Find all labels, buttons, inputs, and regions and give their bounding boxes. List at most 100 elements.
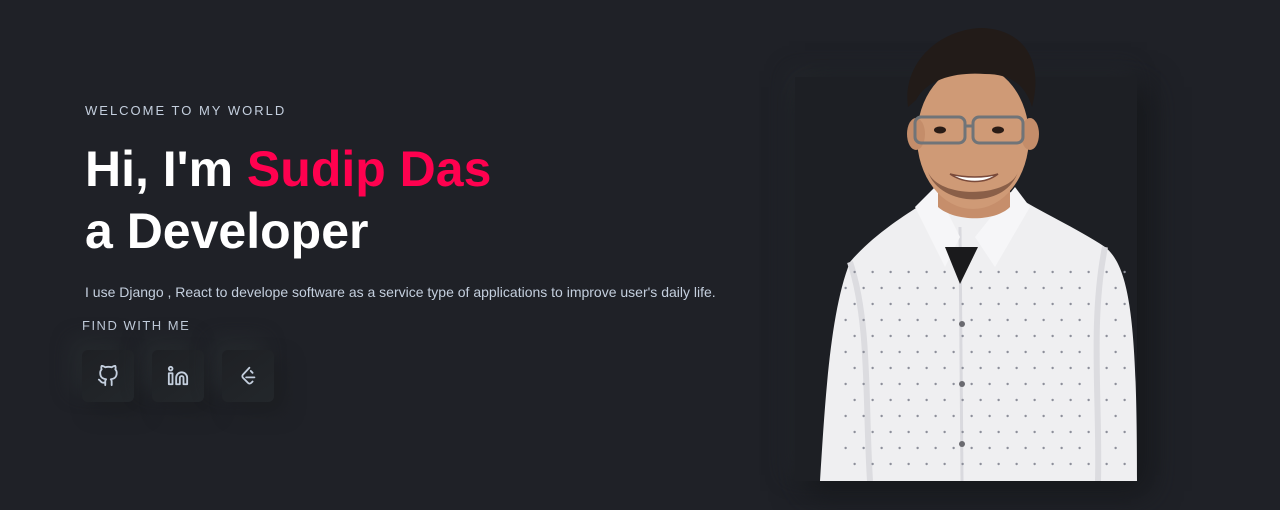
shirt-dot	[1033, 430, 1036, 434]
role-text: a Developer	[85, 203, 369, 259]
shirt-dot	[1042, 350, 1045, 354]
shirt-dot	[1060, 286, 1063, 290]
shirt-dot	[952, 382, 955, 386]
shirt-dot	[988, 286, 991, 290]
profile-photo	[820, 28, 1137, 481]
hero-bio: I use Django , React to develope softwar…	[85, 284, 716, 300]
shirt-dot	[871, 366, 874, 370]
shirt-dot	[1033, 302, 1036, 306]
hero-section: WELCOME TO MY WORLD Hi, I'm Sudip Das a …	[0, 0, 1280, 510]
hero-name: Sudip Das	[246, 141, 492, 197]
shirt-dot	[925, 302, 928, 306]
greeting-text: Hi, I'm	[85, 141, 247, 197]
shirt-dot	[1087, 270, 1090, 274]
shirt-dot	[1024, 318, 1027, 322]
shirt-dot	[862, 350, 865, 354]
shirt-dot	[943, 302, 946, 306]
shirt-dot	[1051, 270, 1054, 274]
shirt-dot	[1105, 366, 1108, 370]
shirt-dot	[979, 430, 982, 434]
github-button[interactable]	[82, 350, 134, 402]
shirt-dot	[916, 414, 919, 418]
shirt-dot	[979, 462, 982, 466]
shirt-dot	[943, 366, 946, 370]
shirt-dot	[1060, 446, 1063, 450]
shirt-dot	[1078, 382, 1081, 386]
leetcode-button[interactable]	[222, 350, 274, 402]
shirt-dot	[889, 270, 892, 274]
shirt-dot	[1006, 350, 1009, 354]
shirt-dot	[961, 462, 964, 466]
shirt-dot	[961, 398, 964, 402]
shirt-dot	[997, 366, 1000, 370]
shirt-dot	[1060, 414, 1063, 418]
shirt-dot	[1123, 430, 1126, 434]
shirt-dot	[979, 270, 982, 274]
shirt-dot	[889, 302, 892, 306]
shirt-dot	[1015, 366, 1018, 370]
shirt-dot	[916, 350, 919, 354]
shirt-dot	[1123, 270, 1126, 274]
shirt-dot	[889, 334, 892, 338]
shirt-dot	[988, 382, 991, 386]
shirt-dot	[1078, 286, 1081, 290]
shirt-dot	[961, 302, 964, 306]
shirt-dot	[970, 414, 973, 418]
shirt-dot	[1123, 462, 1126, 466]
github-icon	[97, 365, 118, 387]
shirt-dot	[907, 334, 910, 338]
shirt-dot	[907, 270, 910, 274]
shirt-dot	[1033, 270, 1036, 274]
shirt-dot	[943, 270, 946, 274]
shirt-dot	[862, 382, 865, 386]
shirt-dot	[844, 382, 847, 386]
shirt-dot	[871, 398, 874, 402]
shirt-dot	[1051, 398, 1054, 402]
shirt-dot	[1042, 382, 1045, 386]
shirt-dot	[1105, 302, 1108, 306]
shirt-dot	[853, 270, 856, 274]
shirt-dot	[1123, 334, 1126, 338]
shirt-dot	[979, 398, 982, 402]
shirt-dot	[1060, 318, 1063, 322]
shirt-dot	[898, 446, 901, 450]
shirt-dot	[844, 286, 847, 290]
shirt-dot	[952, 318, 955, 322]
shirt-dot	[880, 414, 883, 418]
shirt-dot	[970, 382, 973, 386]
shirt-dot	[1114, 318, 1117, 322]
shirt-dot	[1087, 398, 1090, 402]
shirt-dot	[880, 350, 883, 354]
shirt-dot	[1087, 430, 1090, 434]
shirt-dot	[853, 430, 856, 434]
social-links	[82, 350, 274, 402]
shirt-dot	[898, 414, 901, 418]
shirt-dot	[889, 430, 892, 434]
shirt-dot	[1123, 302, 1126, 306]
shirt-dot	[1114, 286, 1117, 290]
shirt-dot	[997, 430, 1000, 434]
shirt-dot	[1114, 414, 1117, 418]
shirt-dot	[997, 462, 1000, 466]
shirt-dot	[1033, 334, 1036, 338]
shirt-dot	[1024, 350, 1027, 354]
shirt-dot	[1069, 302, 1072, 306]
shirt-dot	[925, 270, 928, 274]
shirt-dot	[844, 446, 847, 450]
shirt-dot	[1033, 366, 1036, 370]
shirt-dot	[1006, 414, 1009, 418]
linkedin-button[interactable]	[152, 350, 204, 402]
shirt-dot	[1114, 350, 1117, 354]
hero-headline: Hi, I'm Sudip Das a Developer	[85, 138, 491, 262]
shirt-dot	[961, 334, 964, 338]
shirt-dot	[1069, 430, 1072, 434]
shirt-dot	[1105, 270, 1108, 274]
shirt-dot	[871, 270, 874, 274]
shirt-dot	[898, 350, 901, 354]
shirt-dot	[889, 462, 892, 466]
shirt-dot	[979, 366, 982, 370]
shirt-dot	[1051, 366, 1054, 370]
shirt-dot	[880, 318, 883, 322]
shirt-dot	[961, 366, 964, 370]
shirt-dot	[925, 366, 928, 370]
